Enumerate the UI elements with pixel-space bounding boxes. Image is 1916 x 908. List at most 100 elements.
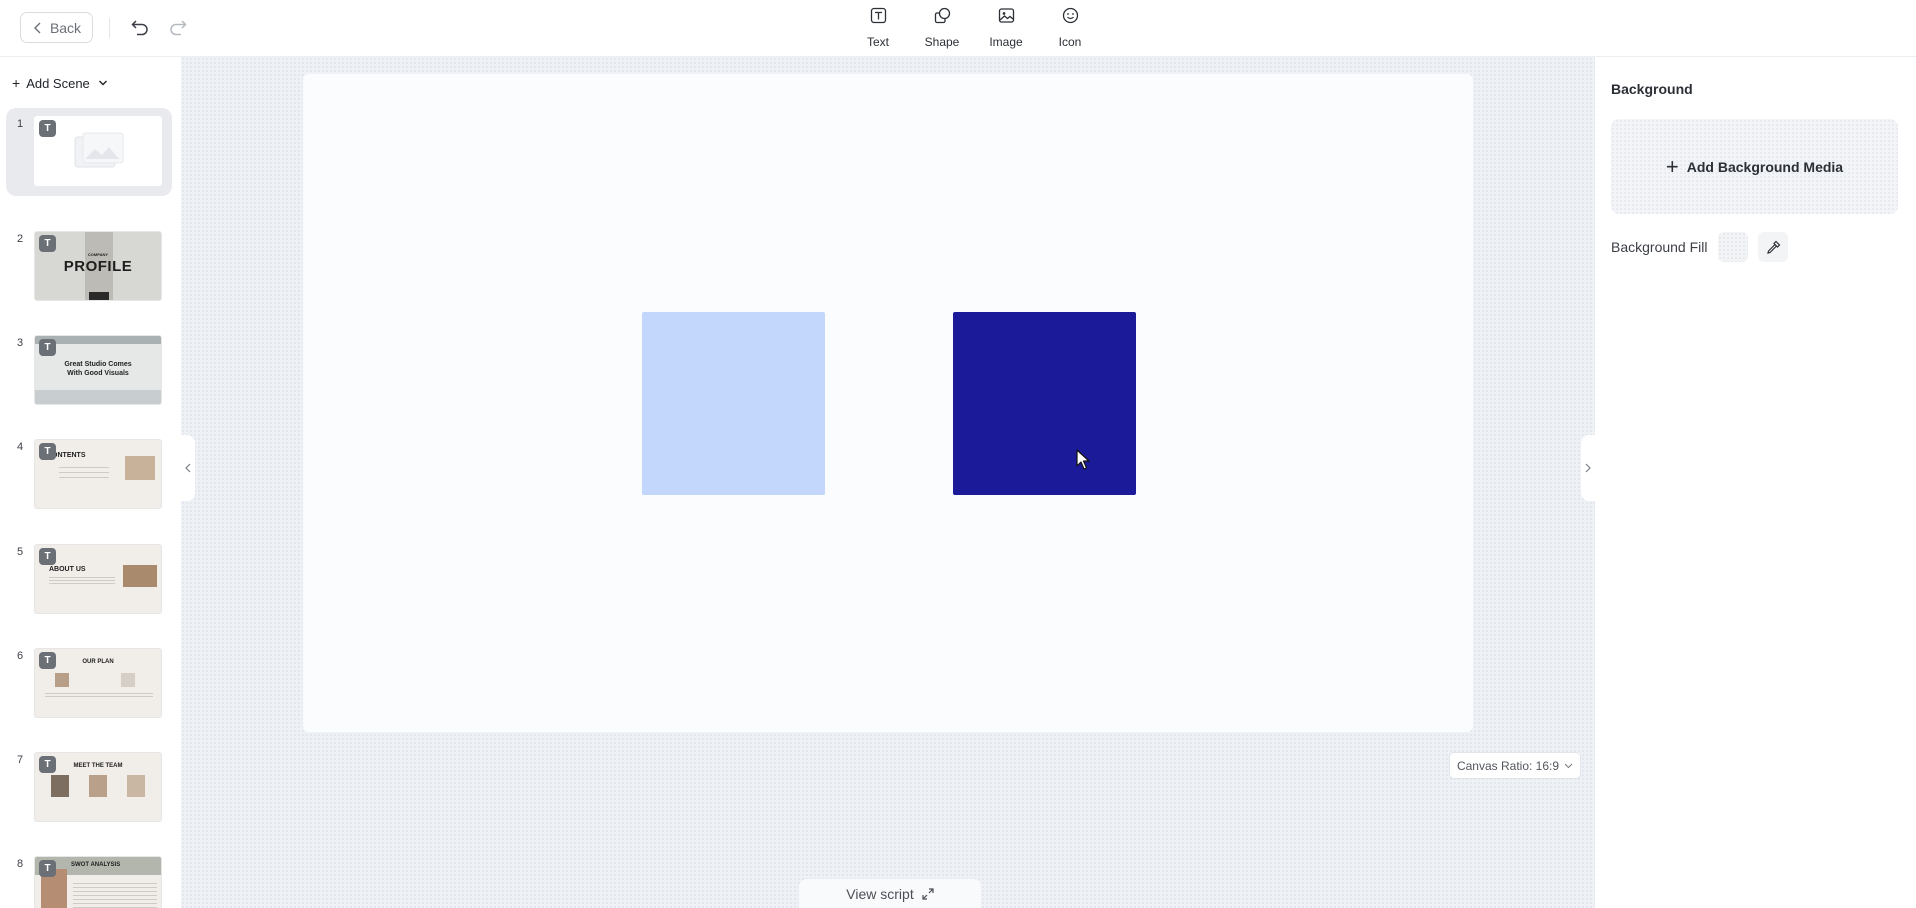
back-button[interactable]: Back (20, 12, 93, 43)
slide-canvas[interactable] (303, 74, 1473, 732)
view-script-label: View script (846, 886, 914, 902)
thumbnail-photo (123, 565, 157, 587)
scene-thumbnail: T (34, 116, 162, 186)
shape-icon (934, 7, 950, 24)
scene-thumbnail: T ABOUT US (34, 544, 162, 614)
tool-icon[interactable]: Icon (1038, 7, 1102, 49)
thumbnail-lines (49, 577, 115, 585)
scene-1[interactable]: 1 T (6, 108, 172, 196)
chevron-left-icon (185, 463, 191, 473)
scene-number: 5 (17, 546, 24, 558)
eyedropper-icon (1766, 240, 1780, 254)
scene-thumbnail: T Great Studio Comes With Good Visuals (34, 335, 162, 405)
tool-text[interactable]: Text (846, 7, 910, 49)
panel-title: Background (1611, 81, 1693, 97)
thumbnail-photo (121, 673, 135, 687)
expand-icon (922, 888, 934, 900)
canvas-ratio-label: Canvas Ratio: 16:9 (1456, 758, 1560, 773)
toolbar-divider (109, 18, 110, 38)
scene-thumbnail: T MEET THE TEAM (34, 752, 162, 822)
text-badge: T (39, 235, 56, 252)
scene-8[interactable]: 8 T SWOT ANALYSIS (6, 848, 172, 908)
thumbnail-photo (51, 775, 69, 797)
eyedropper-button[interactable] (1758, 232, 1788, 262)
tool-shape-label: Shape (924, 35, 960, 49)
back-button-label: Back (49, 19, 82, 36)
add-scene-button[interactable]: + Add Scene (12, 75, 108, 91)
scene-thumbnail: T SWOT ANALYSIS (34, 856, 162, 908)
scene-thumbnail: T OUR PLAN (34, 648, 162, 718)
text-badge: T (39, 443, 56, 460)
scenes-panel: + Add Scene 1 T 2 T COMPANY PROFILE 3 T (0, 57, 180, 908)
chevron-down-icon (98, 80, 107, 86)
text-badge: T (39, 339, 56, 356)
canvas-workspace: Canvas Ratio: 16:9 View script (181, 57, 1595, 908)
chevron-down-icon (1564, 763, 1573, 768)
dark-blue-square[interactable] (953, 312, 1136, 495)
scene-thumbnail: T CONTENTS (34, 439, 162, 509)
scene-number: 1 (17, 118, 24, 130)
text-badge: T (39, 860, 56, 877)
chevron-left-icon (33, 22, 41, 33)
scene-number: 6 (17, 650, 24, 662)
empty-image-icon (74, 132, 124, 168)
scene-2[interactable]: 2 T COMPANY PROFILE (6, 223, 172, 311)
scene-number: 2 (17, 233, 24, 245)
tool-icon-label: Icon (1058, 35, 1082, 49)
properties-panel: Background + Add Background Media Backgr… (1595, 57, 1916, 908)
thumbnail-photo (55, 673, 69, 687)
thumbnail-title: Great Studio Comes With Good Visuals (64, 361, 132, 377)
chevron-right-icon (1585, 463, 1591, 473)
thumbnail-photo (127, 775, 145, 797)
view-script-button[interactable]: View script (799, 879, 981, 908)
text-badge: T (39, 652, 56, 669)
thumbnail-photo (89, 775, 107, 797)
thumbnail-title: SWOT ANALYSIS (71, 862, 121, 868)
scene-5[interactable]: 5 T ABOUT US (6, 536, 172, 624)
thumbnail-photo (35, 390, 161, 404)
smiley-icon (1062, 7, 1078, 24)
text-badge: T (39, 548, 56, 565)
scene-3[interactable]: 3 T Great Studio Comes With Good Visuals (6, 327, 172, 415)
redo-icon (170, 20, 187, 36)
tool-image-label: Image (989, 35, 1023, 49)
tool-shape[interactable]: Shape (910, 7, 974, 49)
scene-6[interactable]: 6 T OUR PLAN (6, 640, 172, 728)
tool-image[interactable]: Image (974, 7, 1038, 49)
add-scene-label: Add Scene (26, 75, 90, 91)
thumbnail-photo (89, 292, 109, 300)
image-icon (998, 8, 1014, 23)
canvas-ratio-select[interactable]: Canvas Ratio: 16:9 (1449, 752, 1581, 779)
thumbnail-lines (45, 693, 153, 699)
scene-number: 4 (17, 441, 24, 453)
thumbnail-lines (73, 883, 157, 908)
undo-icon (131, 20, 148, 36)
scene-thumbnail: T COMPANY PROFILE (34, 231, 162, 301)
collapse-left-panel-button[interactable] (181, 435, 195, 501)
thumbnail-lines (59, 467, 109, 481)
undo-button[interactable] (128, 15, 152, 39)
text-badge: T (39, 756, 56, 773)
background-fill-swatch[interactable] (1718, 232, 1748, 262)
thumbnail-title: ABOUT US (49, 566, 86, 573)
background-fill-label: Background Fill (1611, 239, 1708, 255)
text-icon (870, 7, 886, 24)
insert-tools: Text Shape Image Icon (846, 7, 1102, 49)
text-badge: T (39, 120, 56, 137)
scene-number: 7 (17, 754, 24, 766)
thumbnail-caption: COMPANY (87, 252, 109, 257)
redo-button[interactable] (166, 15, 190, 39)
plus-icon: + (1665, 153, 1679, 179)
add-background-media-button[interactable]: + Add Background Media (1611, 119, 1898, 214)
add-background-media-label: Add Background Media (1686, 158, 1844, 175)
scene-number: 3 (17, 337, 24, 349)
collapse-right-panel-button[interactable] (1581, 435, 1595, 501)
scene-7[interactable]: 7 T MEET THE TEAM (6, 744, 172, 832)
plus-icon: + (12, 75, 21, 91)
tool-text-label: Text (866, 35, 889, 49)
light-blue-square[interactable] (642, 312, 825, 495)
scene-number: 8 (17, 858, 24, 870)
thumbnail-title: PROFILE (63, 258, 133, 275)
scene-4[interactable]: 4 T CONTENTS (6, 431, 172, 519)
top-toolbar: Back Text Shape Image Icon (0, 0, 1916, 57)
